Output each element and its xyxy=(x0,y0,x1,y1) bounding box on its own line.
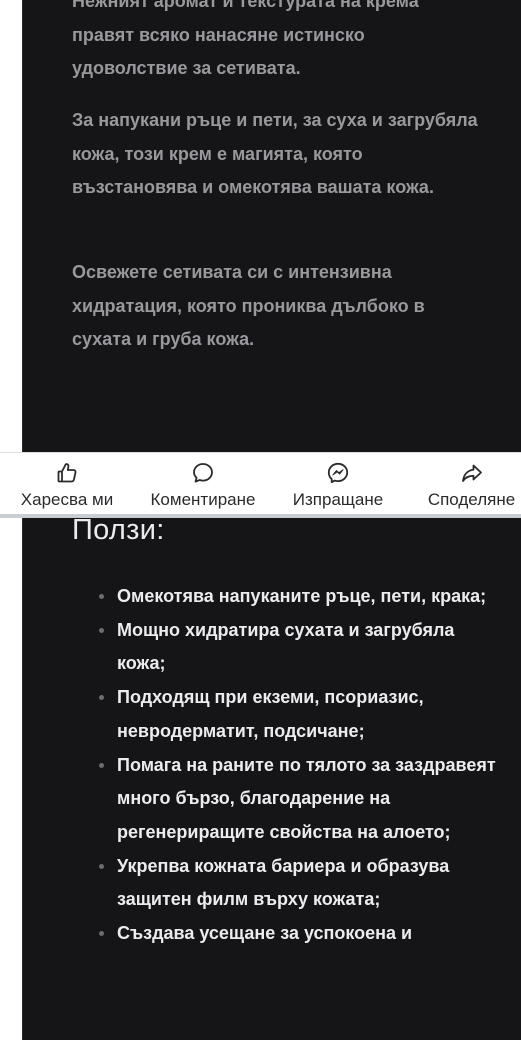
list-item: Омекотява напуканите ръце, пети, крака; xyxy=(99,580,499,614)
comment-button[interactable]: Коментиране xyxy=(142,461,264,515)
paragraph-hydration: Освежете сетивата си с интензивна хидрат… xyxy=(72,262,425,349)
share-icon xyxy=(461,464,482,482)
send-label: Изпращане xyxy=(292,490,384,509)
post-action-bar: Харесва ми Коментиране Изпращане Споделя… xyxy=(0,452,521,518)
bullet-icon xyxy=(99,762,104,768)
thumbs-up-icon xyxy=(57,463,77,483)
list-item-text: Укрепва кожната бариера и образува защит… xyxy=(117,855,450,910)
send-button[interactable]: Изпращане xyxy=(287,461,389,515)
list-item-text: Създава усещане за успокоена и xyxy=(117,923,413,944)
comment-label: Коментиране xyxy=(150,490,256,509)
messenger-icon xyxy=(327,462,349,484)
benefits-list: Омекотява напуканите ръце, пети, крака; … xyxy=(99,580,499,951)
article-body: Нежният аромат и текстурата на крема пра… xyxy=(22,0,521,1040)
paragraph-cracked-skin: За напукани ръце и пети, за суха и загру… xyxy=(72,110,478,197)
list-item-text: Помага на раните по тялото за заздравеят… xyxy=(117,754,496,842)
like-button[interactable]: Харесва ми xyxy=(15,461,119,515)
list-item-text: Подходящ при екземи, псориазис, невродер… xyxy=(117,687,424,741)
list-item: Помага на раните по тялото за заздравеят… xyxy=(99,749,499,850)
list-item-text: Омекотява напуканите ръце, пети, крака; xyxy=(117,586,487,606)
list-item: Създава усещане за успокоена и xyxy=(99,917,499,951)
bullet-icon xyxy=(99,594,104,599)
like-label: Харесва ми xyxy=(20,490,114,509)
comment-icon xyxy=(193,463,213,483)
bullet-icon xyxy=(99,695,104,701)
paragraph-aroma: Нежният аромат и текстурата на крема пра… xyxy=(72,0,419,78)
page: Нежният аромат и текстурата на крема пра… xyxy=(0,0,521,1040)
list-item-text: Мощно хидратира сухата и загрубяла кожа; xyxy=(117,619,455,674)
share-label: Споделяне xyxy=(427,490,516,509)
list-item: Подходящ при екземи, псориазис, невродер… xyxy=(99,681,499,748)
bullet-icon xyxy=(99,863,104,869)
list-item: Укрепва кожната бариера и образува защит… xyxy=(99,850,499,917)
bullet-icon xyxy=(99,627,104,633)
share-button[interactable]: Споделяне xyxy=(422,461,521,515)
bullet-icon xyxy=(99,931,104,937)
list-item: Мощно хидратира сухата и загрубяла кожа; xyxy=(99,614,499,681)
